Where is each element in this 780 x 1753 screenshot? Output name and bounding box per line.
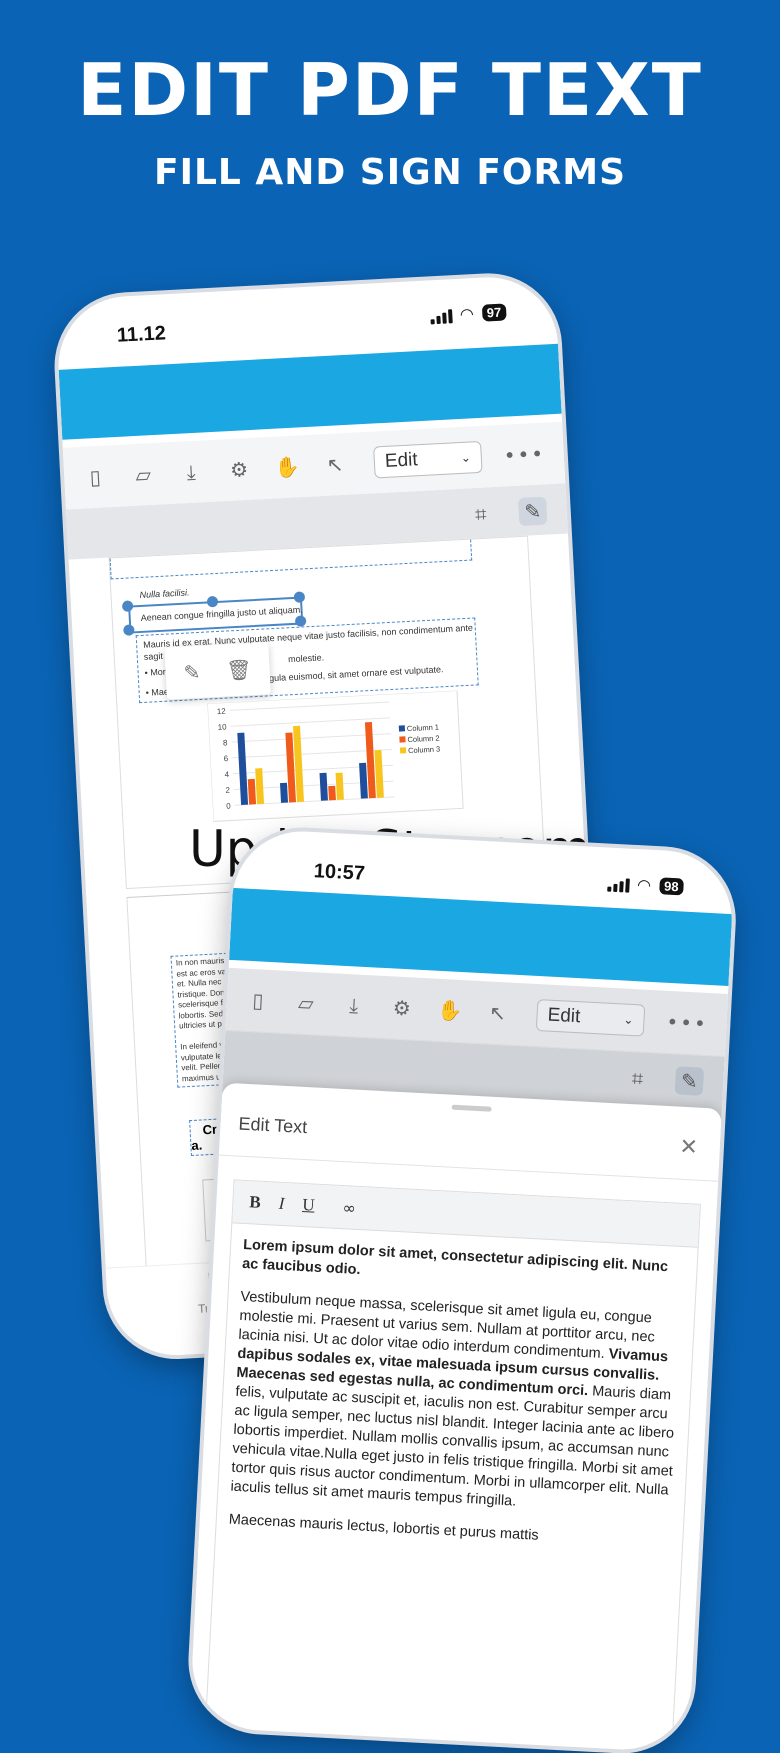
legend-label: Column 2 (407, 733, 440, 744)
body-text: Mauris diam felis, vulputate ac suscipit… (230, 1383, 675, 1510)
bold-button[interactable]: B (249, 1192, 261, 1213)
status-time: 10:57 (313, 860, 366, 885)
resize-handle[interactable] (294, 615, 307, 627)
chevron-down-icon: ⌄ (623, 1012, 634, 1028)
legend-label: Column 1 (407, 722, 440, 733)
italic-button[interactable]: I (278, 1194, 285, 1214)
folder-icon[interactable]: ▱ (130, 461, 157, 488)
status-time: 11.12 (116, 322, 167, 347)
hero-subtitle: FILL AND SIGN FORMS (153, 152, 626, 193)
signal-icon (606, 875, 630, 893)
mode-select[interactable]: Edit ⌄ (373, 440, 483, 479)
resize-handle[interactable] (293, 591, 306, 603)
y-tick-label: 12 (217, 707, 227, 716)
legend-swatch (398, 725, 406, 732)
download-icon[interactable]: ⤓ (178, 458, 205, 485)
hand-icon[interactable]: ✋ (273, 453, 300, 480)
chevron-down-icon: ⌄ (460, 450, 472, 465)
settings-doc-icon[interactable]: ⚙ (388, 994, 415, 1021)
battery-icon: 98 (658, 877, 684, 896)
y-tick-label: 10 (217, 722, 227, 731)
phone-front: 10:57 ◠ 98 ▯ ▱ ⤓ ⚙ ✋ ↖ Edit ⌄ ••• ⌗ ✎ Edi… (188, 828, 736, 1753)
divider (218, 1154, 719, 1182)
crop-icon[interactable]: ⌗ (466, 499, 495, 528)
mode-select[interactable]: Edit ⌄ (535, 999, 646, 1037)
crop-icon[interactable]: ⌗ (623, 1064, 652, 1093)
trash-icon[interactable]: 🗑 (226, 657, 253, 682)
body-paragraph: Maecenas mauris lectus, lobortis et puru… (228, 1511, 540, 1544)
paragraph-text: sagit (143, 650, 164, 662)
select-icon[interactable]: ↖ (321, 451, 348, 478)
bullet-text: molestie. (287, 652, 325, 665)
sidebar-icon[interactable]: ▯ (244, 987, 271, 1014)
context-menu: ✎ 🗑 (164, 642, 272, 700)
folder-icon[interactable]: ▱ (292, 989, 319, 1016)
more-icon[interactable]: ••• (666, 1010, 709, 1036)
mode-label: Edit (547, 1004, 581, 1028)
link-icon[interactable]: ∞ (342, 1198, 356, 1218)
wifi-icon: ◠ (459, 304, 475, 324)
mode-label: Edit (384, 449, 419, 472)
battery-icon: 97 (481, 303, 507, 322)
legend-label: Column 3 (408, 744, 441, 755)
bar (247, 778, 257, 805)
edit-doc-icon[interactable]: ✎ (517, 496, 548, 527)
bar (335, 772, 344, 800)
edit-doc-icon[interactable]: ✎ (674, 1066, 705, 1096)
bar (319, 772, 328, 801)
legend-swatch (399, 747, 407, 754)
underline-button[interactable]: U (302, 1195, 315, 1216)
editor-content[interactable]: Lorem ipsum dolor sit amet, consectetur … (216, 1223, 697, 1553)
bold-lead-paragraph: Lorem ipsum dolor sit amet, consectetur … (241, 1236, 669, 1279)
selected-text[interactable]: Aenean congue fringilla justo ut aliquam… (140, 604, 302, 622)
signal-icon (429, 307, 453, 324)
bar (328, 785, 336, 801)
hero-title: EDIT PDF TEXT (77, 48, 703, 132)
settings-doc-icon[interactable]: ⚙ (225, 456, 252, 483)
wifi-icon: ◠ (636, 875, 652, 895)
legend-swatch (399, 736, 406, 743)
rich-text-editor[interactable]: B I U ∞ Lorem ipsum dolor sit amet, cons… (204, 1179, 701, 1753)
heading-text: a. (191, 1137, 203, 1154)
edit-text-sheet: Edit Text ✕ B I U ∞ Lorem ipsum dolor si… (188, 1082, 722, 1753)
edit-icon[interactable]: ✎ (183, 660, 201, 685)
download-icon[interactable]: ⤓ (340, 992, 367, 1019)
resize-handle[interactable] (123, 624, 135, 636)
sheet-grabber[interactable] (451, 1104, 492, 1112)
body-paragraph: Vestibulum neque massa, scelerisque sit … (230, 1288, 682, 1520)
more-icon[interactable]: ••• (503, 442, 546, 468)
hand-icon[interactable]: ✋ (436, 997, 463, 1024)
sidebar-icon[interactable]: ▯ (82, 463, 109, 490)
select-icon[interactable]: ↖ (484, 999, 511, 1026)
sheet-title: Edit Text (238, 1113, 308, 1138)
bar-chart: 024681012Column 1Column 2Column 3 (207, 689, 464, 822)
close-icon[interactable]: ✕ (679, 1135, 699, 1161)
text-italic-line[interactable]: Nulla facilisi. (139, 587, 189, 600)
bar (279, 782, 289, 803)
bullet-text: gula euismod, sit amet ornare est vulput… (268, 664, 444, 684)
